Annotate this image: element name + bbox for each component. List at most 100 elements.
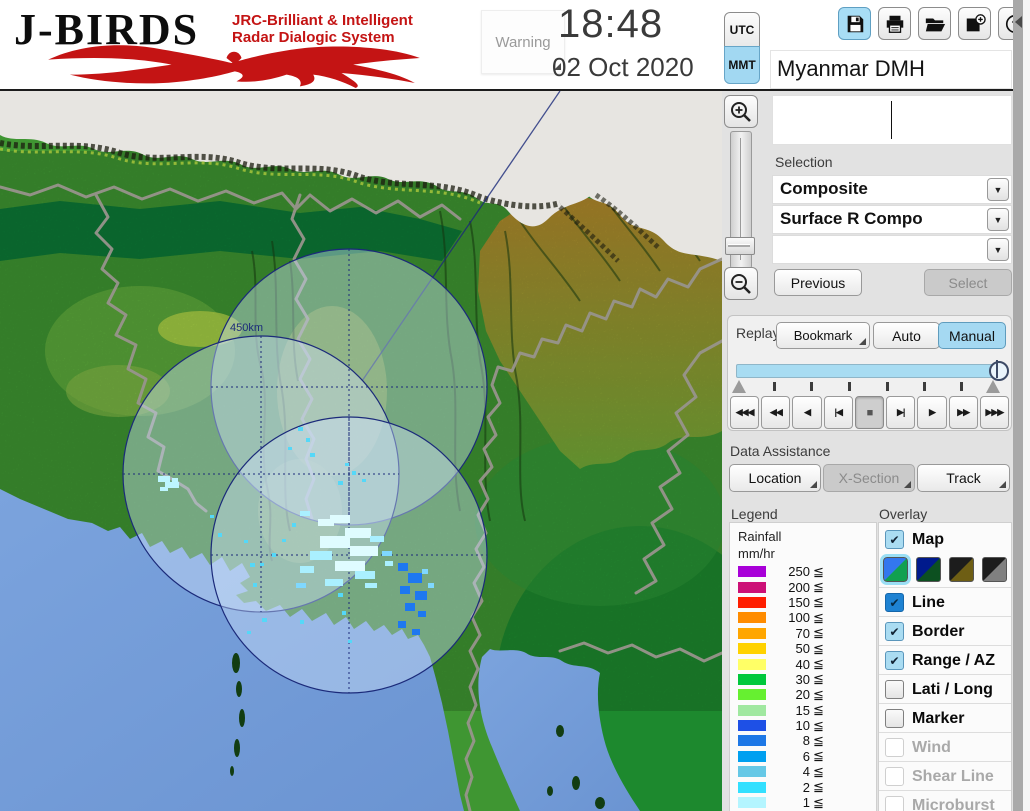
play-reverse-button[interactable]: ◀ [792, 396, 822, 429]
map-style-swatch-3[interactable] [949, 556, 974, 582]
overlay-row-microburst: Microburst [879, 790, 1011, 811]
legend-row: 150 ≦ [730, 594, 876, 610]
fast-forward-button[interactable]: ▶▶ [948, 396, 978, 429]
microburst-checkbox [885, 796, 904, 811]
overlay-item-label: Border [912, 622, 965, 640]
legend-box: Rainfall mm/hr 250 ≦ 200 ≦ 150 ≦ 100 ≦ 70 ≦ 5… [729, 522, 877, 811]
clock-time: 18:48 [558, 2, 664, 46]
overlay-row-line: ✔ Line [879, 587, 1011, 617]
legend-row: 6 ≦ [730, 748, 876, 764]
auto-button[interactable]: Auto [873, 322, 940, 349]
border-checkbox[interactable]: ✔ [885, 622, 904, 641]
jump-start-button[interactable]: ◀◀◀ [730, 396, 760, 429]
legend-row: 50 ≦ [730, 641, 876, 656]
composite-dropdown[interactable]: Composite ▼ [772, 175, 1012, 204]
timezone-mmt-button[interactable]: MMT [724, 46, 760, 84]
legend-rows: 250 ≦ 200 ≦ 150 ≦ 100 ≦ 70 ≦ 50 ≦ 40 ≦ 30 ≦ 20 ≦ … [730, 564, 876, 810]
legend-title-line1: Rainfall [738, 529, 782, 544]
overlay-box: ✔ Map ✔ Line ✔ Border ✔ Range / AZ Lati … [878, 522, 1012, 811]
legend-row: 30 ≦ [730, 671, 876, 687]
legend-row: 20 ≦ [730, 687, 876, 702]
time-slider-handle[interactable] [989, 360, 1009, 381]
chevron-down-icon[interactable]: ▼ [987, 178, 1009, 201]
overlay-row-border: ✔ Border [879, 616, 1011, 646]
marker-checkbox[interactable] [885, 709, 904, 728]
legend-title-line2: mm/hr [738, 546, 775, 561]
map-style-row [880, 553, 1007, 585]
time-slider-track[interactable] [736, 360, 1009, 381]
manual-button[interactable]: Manual [938, 322, 1006, 349]
slider-tick [886, 382, 889, 391]
replay-label: Replay [736, 325, 780, 341]
product-dropdown[interactable]: Surface R Compo ▼ [772, 205, 1012, 234]
overlay-item-label: Microburst [912, 796, 995, 811]
overlay-row-lati-long: Lati / Long [879, 674, 1011, 704]
product-dropdown-value: Surface R Compo [780, 209, 923, 228]
legend-row: 8 ≦ [730, 733, 876, 748]
previous-button[interactable]: Previous [774, 269, 862, 296]
overlay-item-label: Range / AZ [912, 651, 995, 669]
location-button[interactable]: Location [729, 464, 821, 492]
timezone-utc-button[interactable]: UTC [724, 12, 760, 47]
panel-collapse-strip[interactable] [1013, 0, 1023, 811]
range-az-checkbox[interactable]: ✔ [885, 651, 904, 670]
slider-tick [960, 382, 963, 391]
composite-dropdown-value: Composite [780, 179, 868, 198]
legend-row: 40 ≦ [730, 656, 876, 672]
chevron-down-icon[interactable]: ▼ [987, 238, 1009, 261]
print-icon[interactable] [878, 7, 911, 40]
fast-rewind-button[interactable]: ◀◀ [761, 396, 791, 429]
step-back-button[interactable]: |◀ [823, 396, 853, 429]
zoom-slider-handle[interactable] [725, 237, 755, 255]
step-forward-button[interactable]: ▶| [886, 396, 916, 429]
location-label: Location [748, 470, 802, 486]
overlay-row-map: ✔ Map [879, 525, 1011, 554]
slider-tick [773, 382, 776, 391]
map-style-swatch-2[interactable] [916, 556, 941, 582]
station-info-box [772, 95, 1012, 145]
overlay-item-label: Map [912, 530, 944, 548]
jbirds-app: J-BIRDS JRC-Brilliant & Intelligent Rada… [0, 0, 1030, 811]
option-dropdown[interactable]: ▼ [772, 235, 1012, 264]
bookmark-button[interactable]: Bookmark [776, 322, 870, 349]
slider-end-marker [986, 380, 1000, 393]
legend-row: 15 ≦ [730, 702, 876, 718]
station-name-box: Myanmar DMH [770, 50, 1012, 89]
stop-button[interactable]: ■ [854, 396, 885, 429]
slider-tick [848, 382, 851, 391]
legend-label: Legend [731, 506, 778, 522]
map-style-swatch-4[interactable] [982, 556, 1007, 582]
xsection-label: X-Section [838, 470, 900, 486]
legend-row: 10 ≦ [730, 718, 876, 733]
overlay-item-label: Marker [912, 709, 965, 727]
track-button[interactable]: Track [917, 464, 1010, 492]
wind-checkbox [885, 738, 904, 757]
shear-line-checkbox [885, 767, 904, 786]
open-folder-icon[interactable] [918, 7, 951, 40]
collapse-arrow-icon[interactable] [1015, 16, 1022, 28]
radar-map-viewport[interactable]: 450km [0, 90, 785, 811]
playback-controls: ◀◀◀ ◀◀ ◀ |◀ ■ ▶| ▶ ▶▶ ▶▶▶ [730, 396, 1009, 429]
legend-row: 100 ≦ [730, 610, 876, 625]
replay-group: Replay Bookmark Auto Manual ◀◀◀ ◀◀ ◀ |◀ … [727, 315, 1012, 431]
overlay-item-label: Wind [912, 738, 951, 756]
map-style-swatch-1[interactable] [880, 553, 911, 585]
control-panel: Selection Composite ▼ Surface R Compo ▼ … [722, 91, 1013, 811]
map-checkbox[interactable]: ✔ [885, 530, 904, 549]
jump-end-button[interactable]: ▶▶▶ [979, 396, 1009, 429]
line-checkbox[interactable]: ✔ [885, 593, 904, 612]
legend-row: 200 ≦ [730, 579, 876, 595]
bookmark-label: Bookmark [793, 328, 853, 343]
chevron-down-icon[interactable]: ▼ [987, 208, 1009, 231]
play-button[interactable]: ▶ [917, 396, 947, 429]
data-assistance-label: Data Assistance [730, 443, 831, 459]
save-icon[interactable] [838, 7, 871, 40]
zoom-in-icon[interactable] [724, 95, 758, 128]
slider-tick [923, 382, 926, 391]
warning-label: Warning [495, 33, 551, 51]
zoom-out-icon[interactable] [724, 267, 758, 300]
lati-long-checkbox[interactable] [885, 680, 904, 699]
range-ring-label: 450km [230, 322, 263, 334]
legend-row: 1 ≦ [730, 795, 876, 810]
add-image-icon[interactable] [958, 7, 991, 40]
